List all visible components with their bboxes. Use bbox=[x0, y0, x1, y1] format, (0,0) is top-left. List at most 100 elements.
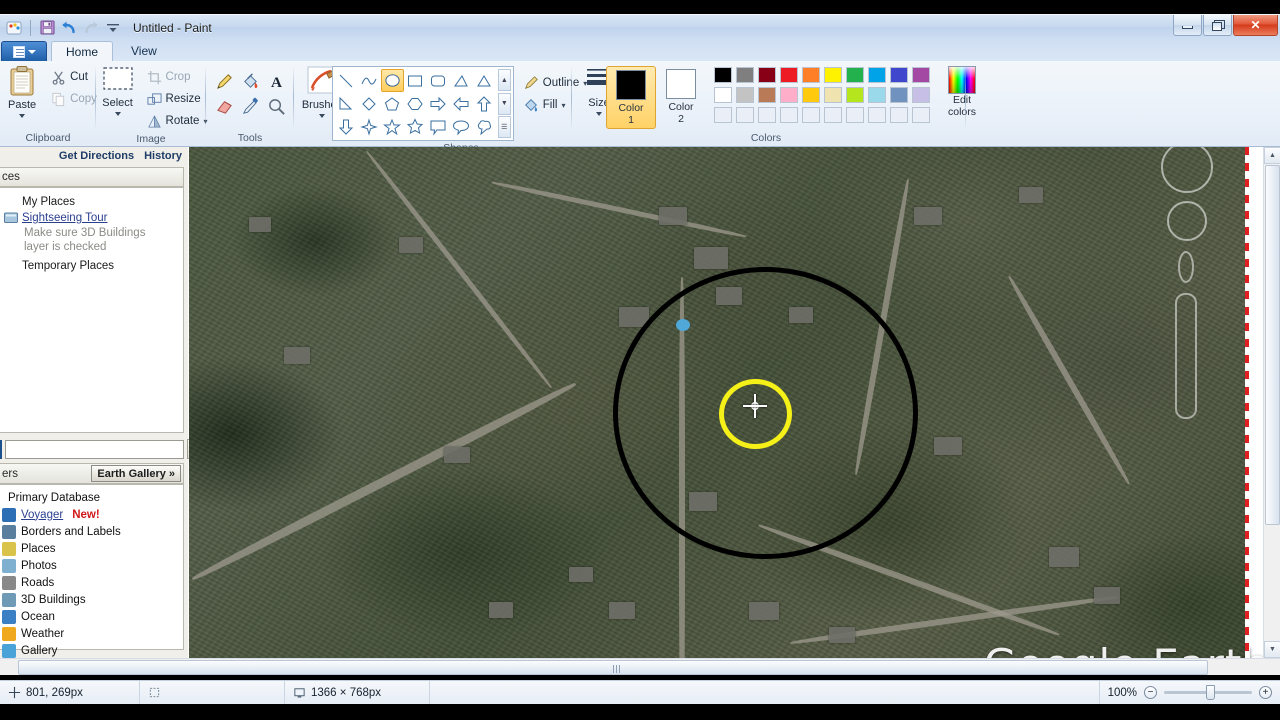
layers-tree[interactable]: Primary Database Voyager New! Borders and … bbox=[0, 484, 184, 658]
google-earth-map[interactable] bbox=[189, 147, 1245, 668]
shape-four-point-star[interactable] bbox=[358, 115, 381, 138]
color-swatch-1-1[interactable] bbox=[714, 67, 732, 83]
customize-qat-icon[interactable] bbox=[103, 18, 123, 38]
scroll-up-arrow-icon[interactable]: ▲ bbox=[1264, 147, 1280, 164]
undo-icon[interactable] bbox=[59, 18, 79, 38]
color-swatch-1-6[interactable] bbox=[824, 67, 842, 83]
shape-up-arrow[interactable] bbox=[473, 92, 496, 115]
get-directions-link[interactable]: Get Directions bbox=[59, 150, 134, 162]
history-link[interactable]: History bbox=[144, 150, 182, 162]
sightseeing-tour-link[interactable]: Sightseeing Tour bbox=[22, 211, 107, 225]
color-swatch-2-4[interactable] bbox=[780, 87, 798, 103]
tree-item-my-places[interactable]: My Places bbox=[4, 194, 183, 210]
vertical-scroll-thumb[interactable] bbox=[1265, 165, 1280, 525]
earth-gallery-button[interactable]: Earth Gallery » bbox=[91, 465, 181, 482]
color-swatch-3-9[interactable] bbox=[890, 107, 908, 123]
shape-rounded-rectangle[interactable] bbox=[427, 69, 450, 92]
save-icon[interactable] bbox=[37, 18, 57, 38]
canvas-vertical-scrollbar[interactable]: ▲ ▼ bbox=[1263, 147, 1280, 658]
color-swatch-3-7[interactable] bbox=[846, 107, 864, 123]
color-swatch-2-1[interactable] bbox=[714, 87, 732, 103]
shape-right-triangle[interactable] bbox=[450, 69, 473, 92]
edit-colors-button[interactable]: Edit colors bbox=[938, 66, 986, 118]
color-swatch-2-7[interactable] bbox=[846, 87, 864, 103]
color-swatch-2-6[interactable] bbox=[824, 87, 842, 103]
shape-rectangle[interactable] bbox=[404, 69, 427, 92]
color-swatch-2-2[interactable] bbox=[736, 87, 754, 103]
color-swatch-3-4[interactable] bbox=[780, 107, 798, 123]
shape-six-point-star[interactable] bbox=[404, 115, 427, 138]
layer-item-gallery[interactable]: Gallery bbox=[2, 642, 183, 659]
color-1-button[interactable]: Color 1 bbox=[606, 66, 656, 129]
tree-item-temporary-places[interactable]: Temporary Places bbox=[4, 258, 183, 274]
scroll-down-arrow-icon[interactable]: ▼ bbox=[1264, 641, 1280, 658]
color-swatch-3-1[interactable] bbox=[714, 107, 732, 123]
paste-button[interactable]: Paste bbox=[0, 63, 48, 118]
shape-cloud-callout[interactable] bbox=[473, 115, 496, 138]
horizontal-scroll-thumb[interactable] bbox=[18, 660, 1208, 675]
rotate-button[interactable]: Rotate ▾ bbox=[144, 110, 211, 132]
paint-app-icon[interactable] bbox=[4, 18, 24, 38]
shape-line[interactable] bbox=[335, 69, 358, 92]
tab-view[interactable]: View bbox=[117, 41, 171, 61]
move-joystick-icon[interactable] bbox=[1167, 201, 1207, 241]
crop-button[interactable]: Crop bbox=[144, 66, 211, 88]
color-swatch-3-10[interactable] bbox=[912, 107, 930, 123]
zoom-slider-track[interactable] bbox=[1164, 685, 1252, 700]
color-swatch-2-3[interactable] bbox=[758, 87, 776, 103]
paint-canvas[interactable]: Get Directions History ces My Places Sig… bbox=[0, 147, 1280, 675]
layer-item-places[interactable]: Places bbox=[2, 540, 183, 557]
shape-rectangular-callout[interactable] bbox=[427, 115, 450, 138]
color-swatch-1-7[interactable] bbox=[846, 67, 864, 83]
color-swatch-1-10[interactable] bbox=[912, 67, 930, 83]
pencil-tool-button[interactable] bbox=[211, 69, 237, 94]
layer-item-3d-buildings[interactable]: 3D Buildings bbox=[2, 591, 183, 608]
color-swatch-3-5[interactable] bbox=[802, 107, 820, 123]
zoom-controls[interactable]: 100% − + bbox=[1100, 685, 1280, 700]
layers-search-input[interactable] bbox=[5, 439, 184, 459]
shape-triangle[interactable] bbox=[473, 69, 496, 92]
maximize-button[interactable] bbox=[1203, 15, 1232, 36]
text-tool-button[interactable]: A bbox=[263, 69, 289, 94]
shape-pentagon[interactable] bbox=[381, 92, 404, 115]
tab-home[interactable]: Home bbox=[51, 41, 114, 61]
shape-hexagon[interactable] bbox=[404, 92, 427, 115]
places-tree[interactable]: My Places Sightseeing Tour Make sure 3D … bbox=[0, 187, 184, 433]
select-button[interactable]: Select bbox=[92, 63, 144, 116]
shape-diamond[interactable] bbox=[358, 92, 381, 115]
color-swatch-1-8[interactable] bbox=[868, 67, 886, 83]
shape-down-arrow[interactable] bbox=[335, 115, 358, 138]
shape-rounded-callout[interactable] bbox=[450, 115, 473, 138]
zoom-slider-thumb[interactable] bbox=[1206, 685, 1215, 700]
layer-item-weather[interactable]: Weather bbox=[2, 625, 183, 642]
zoom-out-button[interactable]: − bbox=[1144, 686, 1157, 699]
color-swatch-2-8[interactable] bbox=[868, 87, 886, 103]
color-swatch-1-3[interactable] bbox=[758, 67, 776, 83]
color-swatch-2-9[interactable] bbox=[890, 87, 908, 103]
tree-item-sightseeing-tour[interactable]: Sightseeing Tour bbox=[4, 210, 183, 226]
color-swatch-2-5[interactable] bbox=[802, 87, 820, 103]
magnifier-tool-button[interactable] bbox=[263, 94, 289, 119]
resize-button[interactable]: Resize bbox=[144, 88, 211, 110]
close-button[interactable]: ✕ bbox=[1233, 15, 1278, 36]
minimize-button[interactable] bbox=[1173, 15, 1202, 36]
shape-left-arrow[interactable] bbox=[450, 92, 473, 115]
shapes-scroll-up-button[interactable]: ▲ bbox=[497, 69, 511, 91]
shapes-scroll-down-button[interactable]: ▼ bbox=[497, 92, 511, 115]
zoom-slider[interactable] bbox=[1175, 293, 1197, 419]
shapes-scrollbar[interactable]: ▲ ▼ ☰ bbox=[497, 69, 511, 138]
color-swatch-1-4[interactable] bbox=[780, 67, 798, 83]
shape-right-arrow[interactable] bbox=[427, 92, 450, 115]
color-2-button[interactable]: Color 2 bbox=[656, 66, 706, 127]
color-swatch-3-2[interactable] bbox=[736, 107, 754, 123]
layer-item-photos[interactable]: Photos bbox=[2, 557, 183, 574]
shape-five-point-star[interactable] bbox=[381, 115, 404, 138]
color-swatch-3-3[interactable] bbox=[758, 107, 776, 123]
street-view-pegman-icon[interactable] bbox=[1178, 251, 1194, 283]
shapes-expand-button[interactable]: ☰ bbox=[497, 116, 511, 138]
shape-ellipse[interactable] bbox=[380, 69, 404, 92]
color-swatch-1-5[interactable] bbox=[802, 67, 820, 83]
layer-item-ocean[interactable]: Ocean bbox=[2, 608, 183, 625]
layer-item-borders-and-labels[interactable]: Borders and Labels bbox=[2, 523, 183, 540]
eraser-tool-button[interactable] bbox=[211, 94, 237, 119]
